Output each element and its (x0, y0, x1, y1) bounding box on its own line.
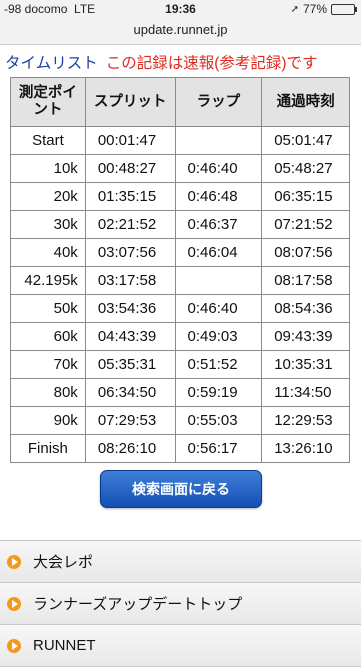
passage-time-cell: 09:43:39 (261, 322, 350, 351)
point-cell: 42.195k (10, 266, 86, 295)
point-cell: Finish (10, 434, 86, 463)
passage-time-cell: 08:54:36 (261, 294, 350, 323)
passage-time-cell: 11:34:50 (261, 378, 350, 407)
split-cell: 05:35:31 (84, 350, 176, 379)
menu-item-label: ランナーズアップデートトップ (33, 596, 243, 613)
lap-cell: 0:46:04 (174, 238, 263, 267)
split-cell: 03:07:56 (84, 238, 176, 267)
point-cell: 80k (10, 378, 86, 407)
lap-cell: 0:59:19 (174, 378, 263, 407)
url-text: update.runnet.jp (133, 22, 228, 37)
arrow-bullet-icon (7, 638, 21, 653)
lap-cell: 0:49:03 (174, 322, 263, 351)
lap-cell: 0:46:48 (174, 182, 263, 211)
battery-percent: 77% (302, 2, 327, 16)
arrow-bullet-icon (7, 554, 21, 569)
location-arrow-icon: ➚ (290, 3, 299, 15)
passage-time-cell: 05:01:47 (261, 126, 350, 155)
table-row: 20k 01:35:15 0:46:48 06:35:15 (10, 182, 350, 211)
point-cell: 50k (10, 294, 86, 323)
table-row: Finish 08:26:10 0:56:17 13:26:10 (10, 434, 350, 463)
bottom-menu: 大会レポ ランナーズアップデートトップ RUNNET (0, 540, 361, 667)
split-cell: 03:17:58 (84, 266, 176, 295)
lap-cell: 0:55:03 (174, 406, 263, 435)
split-cell: 00:48:27 (84, 154, 176, 183)
point-cell: 90k (10, 406, 86, 435)
lap-cell: 0:46:40 (174, 294, 263, 323)
table-row: Start 00:01:47 05:01:47 (10, 126, 350, 155)
split-cell: 01:35:15 (84, 182, 176, 211)
point-cell: 40k (10, 238, 86, 267)
table-row: 80k 06:34:50 0:59:19 11:34:50 (10, 378, 350, 407)
passage-time-cell: 08:07:56 (261, 238, 350, 267)
header-lap: ラップ (174, 77, 263, 127)
point-cell: 10k (10, 154, 86, 183)
provisional-notice: この記録は速報(参考記録)です (105, 55, 318, 72)
passage-time-cell: 10:35:31 (261, 350, 350, 379)
menu-item-label: 大会レポ (33, 554, 94, 571)
table-row: 70k 05:35:31 0:51:52 10:35:31 (10, 350, 350, 379)
split-cell: 04:43:39 (84, 322, 176, 351)
passage-time-cell: 12:29:53 (261, 406, 350, 435)
point-cell: Start (10, 126, 86, 155)
table-row: 60k 04:43:39 0:49:03 09:43:39 (10, 322, 350, 351)
page-heading: タイムリスト この記録は速報(参考記録)です (5, 51, 318, 73)
battery-icon (331, 3, 357, 15)
lap-cell (174, 126, 263, 155)
split-cell: 06:34:50 (84, 378, 176, 407)
page-title: タイムリスト (5, 55, 98, 72)
address-bar[interactable]: update.runnet.jp (0, 18, 361, 45)
lap-cell: 0:46:37 (174, 210, 263, 239)
split-cell: 03:54:36 (84, 294, 176, 323)
passage-time-cell: 06:35:15 (261, 182, 350, 211)
table-row: 50k 03:54:36 0:46:40 08:54:36 (10, 294, 350, 323)
passage-time-cell: 05:48:27 (261, 154, 350, 183)
table-row: 30k 02:21:52 0:46:37 07:21:52 (10, 210, 350, 239)
menu-item-runnet[interactable]: RUNNET (0, 625, 361, 667)
passage-time-cell: 13:26:10 (261, 434, 350, 463)
table-header-row: 測定ポイント スプリット ラップ 通過時刻 (10, 77, 350, 127)
lap-cell (174, 266, 263, 295)
split-cell: 07:29:53 (84, 406, 176, 435)
arrow-bullet-icon (7, 596, 21, 611)
table-row: 10k 00:48:27 0:46:40 05:48:27 (10, 154, 350, 183)
table-row: 40k 03:07:56 0:46:04 08:07:56 (10, 238, 350, 267)
point-cell: 20k (10, 182, 86, 211)
header-passage-time: 通過時刻 (261, 77, 350, 127)
time-list-table: 測定ポイント スプリット ラップ 通過時刻 Start 00:01:47 05:01… (10, 77, 350, 463)
lap-cell: 0:51:52 (174, 350, 263, 379)
status-bar: -98 docomo LTE 19:36 ➚ 77% (0, 0, 361, 18)
table-row: 90k 07:29:53 0:55:03 12:29:53 (10, 406, 350, 435)
status-right: ➚ 77% (290, 2, 357, 16)
split-cell: 00:01:47 (84, 126, 176, 155)
table-row: 42.195k 03:17:58 08:17:58 (10, 266, 350, 295)
lap-cell: 0:46:40 (174, 154, 263, 183)
point-cell: 30k (10, 210, 86, 239)
header-split: スプリット (84, 77, 176, 127)
split-cell: 02:21:52 (84, 210, 176, 239)
back-to-search-button[interactable]: 検索画面に戻る (100, 470, 262, 508)
passage-time-cell: 08:17:58 (261, 266, 350, 295)
passage-time-cell: 07:21:52 (261, 210, 350, 239)
point-cell: 70k (10, 350, 86, 379)
split-cell: 08:26:10 (84, 434, 176, 463)
point-cell: 60k (10, 322, 86, 351)
menu-item-runners-update-top[interactable]: ランナーズアップデートトップ (0, 583, 361, 625)
lap-cell: 0:56:17 (174, 434, 263, 463)
menu-item-race-report[interactable]: 大会レポ (0, 541, 361, 583)
header-point: 測定ポイント (10, 77, 86, 127)
